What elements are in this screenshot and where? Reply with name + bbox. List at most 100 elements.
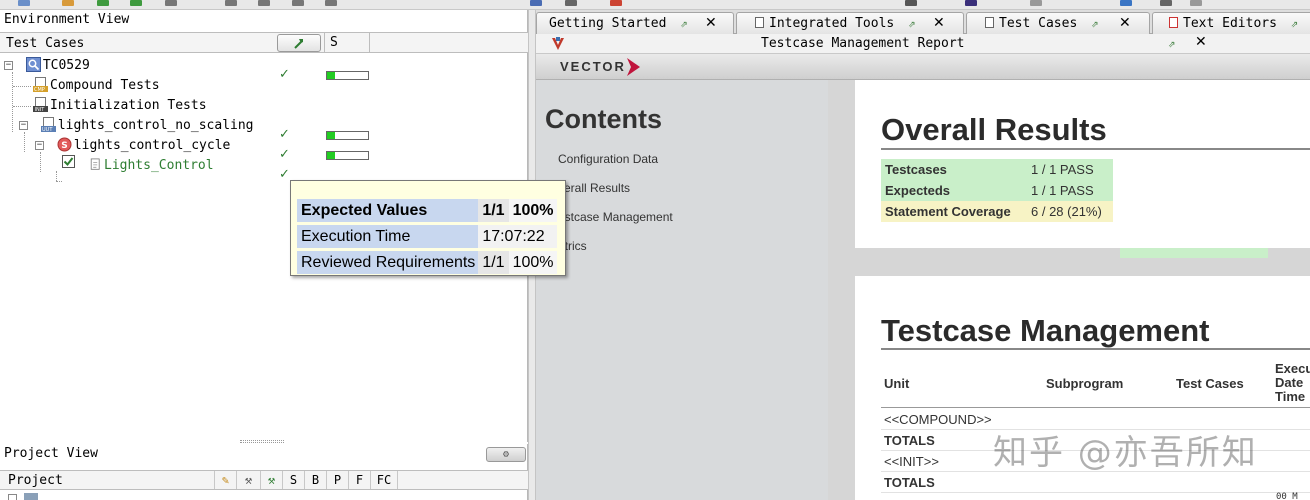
toolbar-icon[interactable]	[965, 0, 977, 6]
tooltip-value: 17:07:22	[478, 225, 558, 248]
edit-icon[interactable]: ✎	[214, 471, 236, 489]
toolbar-icon[interactable]	[130, 0, 142, 6]
tree-connector	[56, 181, 62, 182]
close-icon[interactable]: ✕	[933, 13, 945, 33]
tree-item-label: Lights_Control	[104, 158, 214, 173]
result-value: 1 / 1 PASS	[1027, 180, 1113, 201]
tooltip-row: Execution Time 17:07:22	[297, 225, 558, 248]
tree-item-initialization-tests[interactable]: INIT Initialization Tests	[33, 96, 207, 116]
document-icon	[985, 17, 994, 28]
close-icon[interactable]: ✕	[1119, 13, 1131, 33]
test-result-tooltip: Expected Values 1/1 100% Execution Time …	[290, 180, 566, 276]
tooltip-table: Expected Values 1/1 100% Execution Time …	[297, 196, 558, 277]
tree-item-lights-control[interactable]: Lights_Control	[90, 156, 214, 176]
collapse-icon[interactable]: −	[4, 61, 13, 70]
tools-icon[interactable]: ⚒	[236, 471, 260, 489]
project-tree-item[interactable]	[8, 492, 48, 500]
environment-view-title: Environment View	[4, 12, 130, 27]
detach-icon[interactable]: ⇗	[1168, 36, 1175, 50]
expand-icon[interactable]	[8, 494, 17, 500]
vectorcast-logo-icon	[552, 37, 564, 50]
column-unit: Unit	[884, 376, 910, 391]
column-p[interactable]: P	[326, 471, 348, 489]
tab-text-editors[interactable]: Text Editors ⇗	[1152, 12, 1310, 34]
status-pass-icon: ✓	[279, 127, 290, 142]
project-header: Project ✎ ⚒ ⚒ S B P F FC	[0, 470, 528, 490]
tree-item-lights-control-cycle[interactable]: − Slights_control_cycle	[35, 136, 230, 156]
tree-item-label: TC0529	[42, 58, 90, 73]
hammer-icon[interactable]: ⚒	[260, 471, 282, 489]
heading-rule	[881, 348, 1310, 350]
testcase-management-heading: Testcase Management	[881, 313, 1210, 348]
column-fc[interactable]: FC	[370, 471, 398, 489]
detach-icon[interactable]: ⇗	[908, 13, 915, 33]
table-row: TOTALS	[881, 472, 1310, 493]
tooltip-label: Execution Time	[297, 225, 479, 248]
tooltip-percent: 100%	[508, 251, 558, 274]
tree-item-tc0529[interactable]: − TC0529	[4, 56, 90, 76]
toolbar-icon[interactable]	[325, 0, 337, 6]
pane-splitter[interactable]	[240, 440, 284, 443]
close-icon[interactable]: ✕	[705, 13, 717, 33]
toolbar-icon[interactable]	[530, 0, 542, 6]
tab-integrated-tools[interactable]: Integrated Tools ⇗ ✕	[736, 12, 964, 34]
coverage-progress-fill	[327, 132, 336, 139]
toolbar-icon[interactable]	[97, 0, 109, 6]
close-icon[interactable]: ✕	[1195, 34, 1207, 50]
tooltip-percent: 100%	[508, 199, 558, 222]
unit-cell: TOTALS	[884, 433, 935, 448]
column-f[interactable]: F	[348, 471, 370, 489]
tab-test-cases[interactable]: Test Cases ⇗ ✕	[966, 12, 1150, 34]
tree-item-lights-control-no-scaling[interactable]: − UUT lights_control_no_scaling	[19, 116, 254, 136]
toolbar-icon[interactable]	[905, 0, 917, 6]
overall-results-heading: Overall Results	[881, 112, 1107, 147]
toolbar-icon[interactable]	[18, 0, 30, 6]
toc-link-testcase-management[interactable]: estcase Management	[558, 210, 673, 224]
result-key: Testcases	[881, 159, 1027, 180]
toolbar-icon[interactable]	[565, 0, 577, 6]
column-s[interactable]: S	[282, 471, 304, 489]
overall-results-section: Overall Results Testcases 1 / 1 PASS Exp…	[855, 80, 1310, 248]
init-doc-icon: INIT	[33, 97, 48, 112]
tab-label: Integrated Tools	[769, 16, 895, 31]
toolbar-icon[interactable]	[1120, 0, 1132, 6]
checkbox-checked-icon[interactable]	[62, 155, 75, 168]
status-column-header[interactable]: S	[324, 33, 370, 52]
toolbar-icon[interactable]	[62, 0, 74, 6]
toc-link-overall-results[interactable]: verall Results	[558, 181, 630, 195]
vector-chevron-icon	[627, 58, 640, 76]
toolbar-icon[interactable]	[1160, 0, 1172, 6]
coverage-progress-bar	[326, 151, 369, 160]
project-column-header[interactable]: Project	[8, 473, 63, 488]
coverage-progress-bar	[326, 131, 369, 140]
toolbar-icon[interactable]	[1030, 0, 1042, 6]
tree-item-compound-tests[interactable]: CMP Compound Tests	[33, 76, 160, 96]
toolbar-icon[interactable]	[225, 0, 237, 6]
collapse-icon[interactable]: −	[35, 141, 44, 150]
toolbar-icon[interactable]	[610, 0, 622, 6]
document-icon	[755, 17, 764, 28]
pass-cell	[1120, 248, 1268, 258]
settings-button[interactable]: ⚙	[486, 447, 526, 462]
toc-link-configuration-data[interactable]: Configuration Data	[558, 152, 658, 166]
detach-icon[interactable]: ⇗	[680, 13, 687, 33]
test-cases-column-header[interactable]: Test Cases	[6, 36, 84, 51]
tab-label: Text Editors	[1183, 16, 1277, 31]
run-tests-button[interactable]	[277, 34, 321, 52]
tree-item-label: Initialization Tests	[50, 98, 207, 113]
collapse-icon[interactable]: −	[19, 121, 28, 130]
toolbar-icon[interactable]	[1190, 0, 1202, 6]
column-b[interactable]: B	[304, 471, 326, 489]
tree-item-label: Compound Tests	[50, 78, 160, 93]
toolbar-icon[interactable]	[258, 0, 270, 6]
coverage-progress-bar	[326, 71, 369, 80]
toolbar-icon[interactable]	[165, 0, 177, 6]
toolbar-icon[interactable]	[292, 0, 304, 6]
vector-brand-banner: VECTOR	[536, 54, 1310, 80]
detach-icon[interactable]: ⇗	[1291, 13, 1298, 33]
report-title: Testcase Management Report	[761, 36, 965, 51]
tab-getting-started[interactable]: Getting Started ⇗ ✕	[536, 12, 734, 34]
svg-text:CMP: CMP	[34, 87, 45, 92]
result-row: Testcases 1 / 1 PASS	[881, 159, 1113, 180]
detach-icon[interactable]: ⇗	[1091, 13, 1098, 33]
